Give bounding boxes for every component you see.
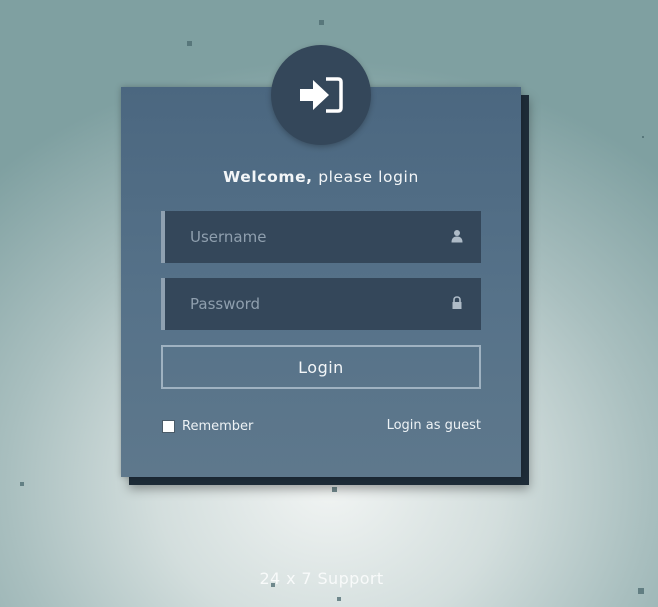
background-speck — [642, 136, 644, 138]
sign-in-icon — [300, 77, 343, 113]
password-input[interactable] — [165, 278, 481, 330]
welcome-strong-text: Welcome, — [223, 168, 313, 186]
username-field — [161, 211, 481, 263]
support-link[interactable]: 24 x 7 Support — [0, 569, 643, 588]
user-icon — [451, 230, 463, 243]
remember-label: Remember — [182, 419, 254, 434]
remember-option[interactable]: Remember — [162, 419, 253, 434]
lock-icon — [452, 296, 462, 309]
login-as-guest-link[interactable]: Login as guest — [387, 418, 481, 433]
background-speck — [638, 588, 644, 594]
password-field — [161, 278, 481, 330]
background-speck — [319, 20, 324, 25]
background-speck — [337, 597, 341, 601]
login-badge — [271, 45, 371, 145]
background-speck — [332, 487, 337, 492]
welcome-rest-text: please login — [312, 168, 419, 186]
background-speck — [187, 41, 192, 46]
background-speck — [20, 482, 24, 486]
login-button[interactable]: Login — [161, 345, 481, 389]
username-input[interactable] — [165, 211, 481, 263]
welcome-heading: Welcome, please login — [121, 168, 521, 186]
remember-checkbox[interactable] — [162, 420, 175, 433]
